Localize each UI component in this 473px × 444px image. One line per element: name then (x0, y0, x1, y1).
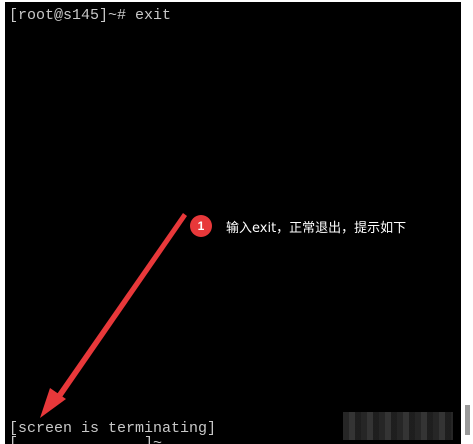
screenshot-frame: [root@s145]~# exit [screen is terminatin… (0, 0, 473, 444)
step-annotation: 1 输入exit，正常退出，提示如下 (190, 214, 406, 238)
redacted-area (343, 412, 453, 440)
step-number-badge: 1 (190, 215, 212, 237)
step-annotation-text: 输入exit，正常退出，提示如下 (226, 220, 407, 236)
terminal-prompt-line: [root@s145]~# exit (9, 7, 172, 24)
terminal-partial-line: [ ]~ (9, 435, 163, 444)
scrollbar-thumb[interactable] (465, 405, 470, 435)
